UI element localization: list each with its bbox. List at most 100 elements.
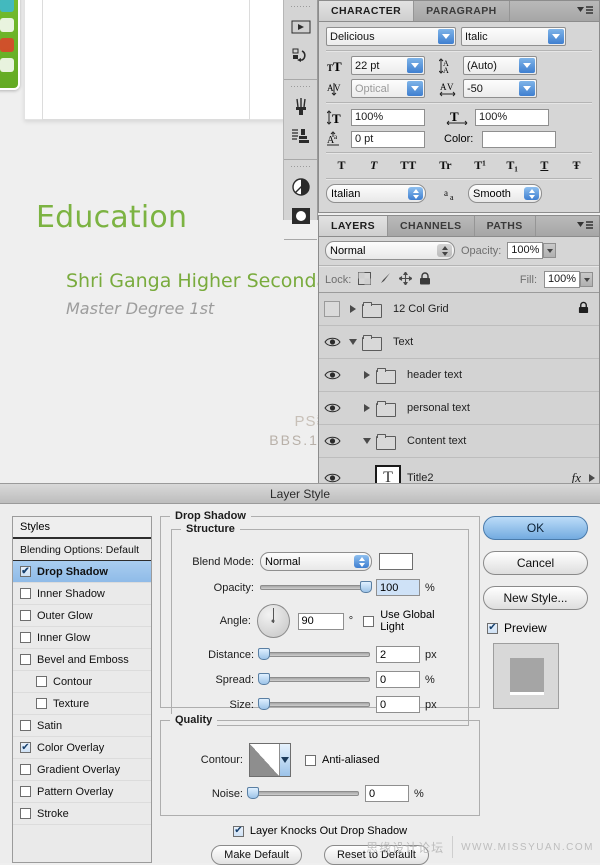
checkbox[interactable] <box>36 676 47 687</box>
new-style-button[interactable]: New Style... <box>483 586 588 610</box>
style-item-inner-glow[interactable]: Inner Glow <box>13 627 151 649</box>
dock-grip[interactable] <box>290 85 311 89</box>
table-row[interactable]: 12 Col Grid <box>319 293 599 326</box>
size-slider[interactable] <box>258 698 370 710</box>
tab-layers[interactable]: LAYERS <box>319 216 389 236</box>
layer-visibility-toggle[interactable] <box>319 336 345 348</box>
lock-image-icon[interactable] <box>378 272 392 288</box>
layer-visibility-toggle[interactable] <box>319 369 345 381</box>
checkbox[interactable] <box>36 698 47 709</box>
checkbox[interactable] <box>20 610 31 621</box>
style-item-drop-shadow[interactable]: Drop Shadow <box>13 561 151 583</box>
language-select[interactable]: Italian <box>326 184 426 203</box>
leading-combo[interactable]: (Auto) <box>463 56 537 75</box>
opacity-slider[interactable] <box>260 581 372 593</box>
checkbox[interactable] <box>20 566 31 577</box>
stepper-arrows-icon[interactable] <box>437 244 452 257</box>
lock-position-icon[interactable] <box>398 270 414 288</box>
lock-all-icon[interactable] <box>419 271 431 288</box>
underline-button[interactable]: T <box>535 157 554 174</box>
style-item-satin[interactable]: Satin <box>13 715 151 737</box>
slider-knob[interactable] <box>258 648 270 660</box>
preview-checkbox[interactable] <box>487 622 498 634</box>
tab-paths[interactable]: PATHS <box>475 216 536 236</box>
table-row[interactable]: header text <box>319 359 599 392</box>
kerning-combo[interactable]: Optical <box>351 79 425 98</box>
anti-alias-select[interactable]: Smooth <box>468 184 542 203</box>
checkbox[interactable] <box>20 764 31 775</box>
dock-grip[interactable] <box>290 165 311 169</box>
chevron-down-icon[interactable] <box>345 339 361 345</box>
style-item-outer-glow[interactable]: Outer Glow <box>13 605 151 627</box>
strikethrough-button[interactable]: Ŧ <box>567 157 586 174</box>
fill-scrubber-icon[interactable] <box>580 272 593 287</box>
distance-input[interactable]: 2 <box>376 646 420 663</box>
stepper-arrows-icon[interactable] <box>408 187 423 200</box>
clone-source-icon[interactable] <box>288 123 314 149</box>
tab-character[interactable]: CHARACTER <box>319 1 415 21</box>
opacity-input[interactable]: 100 <box>376 579 420 596</box>
history-icon[interactable] <box>288 43 314 69</box>
chevron-down-icon[interactable] <box>359 438 375 444</box>
layer-visibility-toggle[interactable] <box>319 472 345 484</box>
font-size-combo[interactable]: 22 pt <box>351 56 425 75</box>
layer-visibility-toggle[interactable] <box>319 301 345 317</box>
spread-slider[interactable] <box>258 673 370 685</box>
opacity-scrubber-icon[interactable] <box>543 243 557 258</box>
dock-grip[interactable] <box>290 5 311 9</box>
chevron-right-icon[interactable] <box>359 404 375 412</box>
chevron-right-icon[interactable] <box>359 371 375 379</box>
angle-dial[interactable] <box>256 604 290 638</box>
green-side-tab[interactable] <box>0 0 20 90</box>
subscript-button[interactable]: T₁ <box>503 157 522 174</box>
chevron-down-icon[interactable] <box>519 81 535 96</box>
checkbox[interactable] <box>20 632 31 643</box>
style-item-pattern-overlay[interactable]: Pattern Overlay <box>13 781 151 803</box>
chevron-down-icon[interactable] <box>548 29 564 44</box>
slider-knob[interactable] <box>360 581 372 593</box>
tab-paragraph[interactable]: PARAGRAPH <box>414 1 510 21</box>
fill-value[interactable]: 100% <box>544 271 580 288</box>
noise-slider[interactable] <box>247 787 359 799</box>
checkbox[interactable] <box>20 786 31 797</box>
checkbox[interactable] <box>20 742 31 753</box>
blend-mode-select[interactable]: Normal <box>325 241 455 260</box>
style-item-gradient-overlay[interactable]: Gradient Overlay <box>13 759 151 781</box>
table-row[interactable]: personal text <box>319 392 599 425</box>
fill-field[interactable]: 100% <box>544 271 593 288</box>
baseline-shift-input[interactable]: 0 pt <box>351 130 425 148</box>
horizontal-scale-input[interactable]: 100% <box>475 108 549 126</box>
opacity-value[interactable]: 100% <box>507 242 544 259</box>
masks-icon[interactable] <box>288 203 314 229</box>
style-item-inner-shadow[interactable]: Inner Shadow <box>13 583 151 605</box>
chevron-down-icon[interactable] <box>279 744 290 776</box>
checkbox[interactable] <box>20 808 31 819</box>
styles-header[interactable]: Styles <box>13 517 151 539</box>
tab-channels[interactable]: CHANNELS <box>388 216 475 236</box>
all-caps-button[interactable]: TT <box>396 157 420 174</box>
style-item-stroke[interactable]: Stroke <box>13 803 151 825</box>
small-caps-button[interactable]: Tr <box>433 157 457 174</box>
style-item-blending-options[interactable]: Blending Options: Default <box>13 539 151 561</box>
angle-input[interactable]: 90 <box>297 612 344 630</box>
chevron-down-icon[interactable] <box>438 29 454 44</box>
stepper-arrows-icon[interactable] <box>524 187 539 200</box>
tracking-combo[interactable]: -50 <box>463 79 537 98</box>
chevron-down-icon[interactable] <box>519 58 535 73</box>
font-style-combo[interactable]: Italic <box>461 27 566 46</box>
blend-mode-select[interactable]: Normal <box>260 552 372 571</box>
vertical-scale-input[interactable]: 100% <box>351 108 425 126</box>
checkbox[interactable] <box>20 654 31 665</box>
chevron-down-icon[interactable] <box>585 474 599 482</box>
preview-toggle[interactable]: Preview <box>487 621 588 635</box>
distance-slider[interactable] <box>258 648 370 660</box>
checkbox[interactable] <box>20 720 31 731</box>
slider-knob[interactable] <box>247 787 259 799</box>
brushes-icon[interactable] <box>288 94 314 120</box>
lock-transparent-icon[interactable] <box>358 271 372 288</box>
shadow-color-swatch[interactable] <box>379 553 413 570</box>
text-color-swatch[interactable] <box>482 130 557 148</box>
opacity-field[interactable]: 100% <box>507 242 557 259</box>
faux-bold-button[interactable]: T <box>332 157 351 174</box>
style-item-color-overlay[interactable]: Color Overlay <box>13 737 151 759</box>
